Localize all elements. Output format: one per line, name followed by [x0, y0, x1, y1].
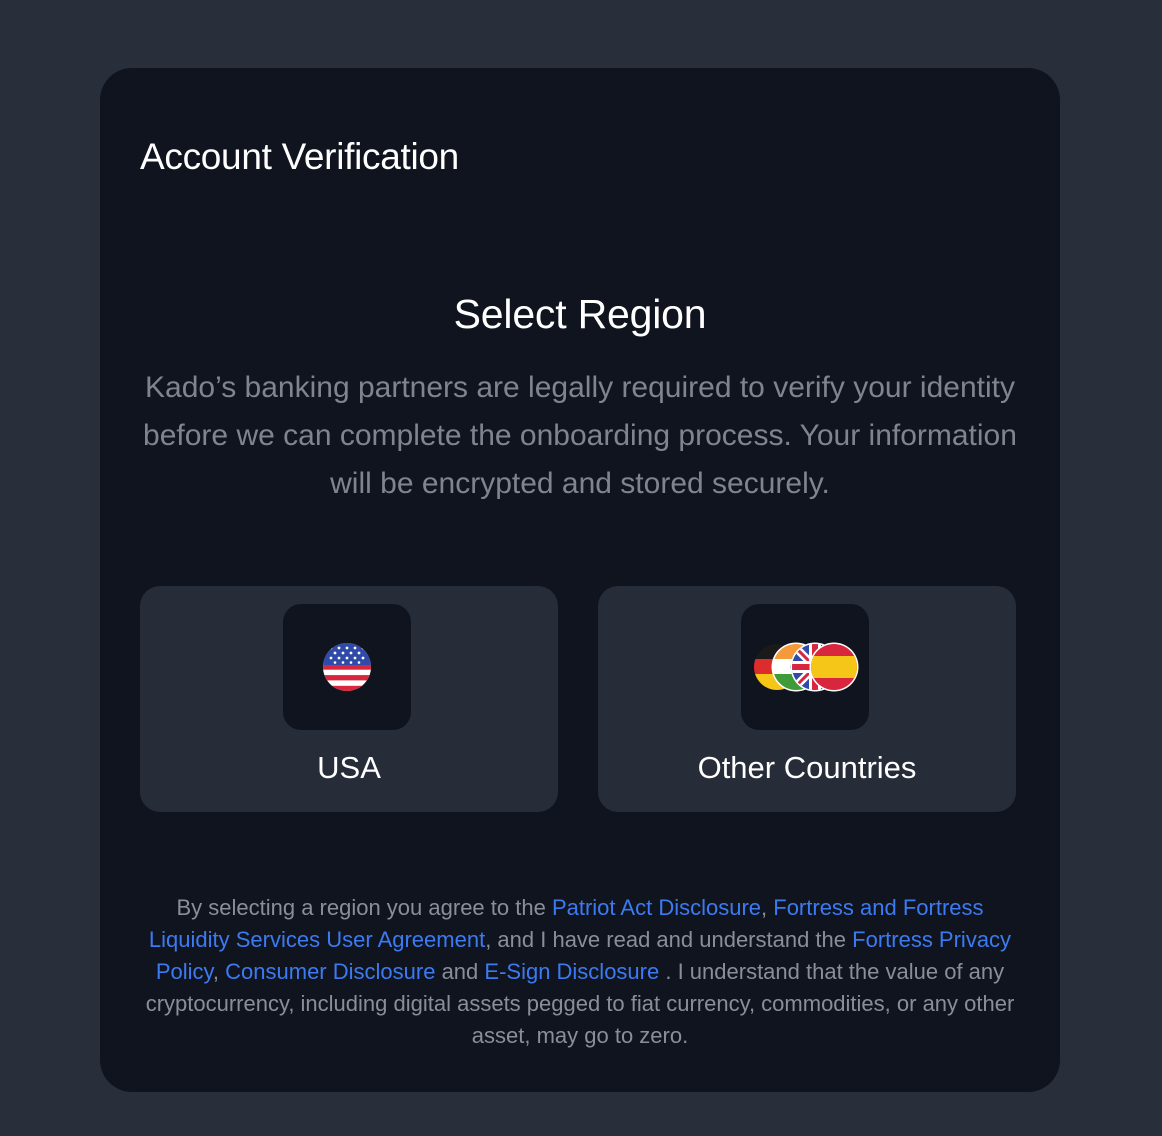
region-label-usa: USA — [317, 750, 381, 785]
e-sign-disclosure-link[interactable]: E-Sign Disclosure — [484, 959, 659, 984]
spain-flag-icon — [811, 644, 857, 690]
disclaimer-text: and — [435, 959, 485, 984]
select-region-title: Select Region — [453, 291, 707, 337]
disclaimer-text: By selecting a region you agree to the — [176, 895, 552, 920]
consumer-disclosure-link[interactable]: Consumer Disclosure — [225, 959, 435, 984]
legal-disclaimer: By selecting a region you agree to the P… — [140, 892, 1020, 1052]
disclaimer-text: , — [761, 895, 774, 920]
us-flag-icon — [283, 604, 411, 730]
page-title: Account Verification — [140, 136, 459, 177]
disclaimer-text: , — [212, 959, 226, 984]
patriot-act-disclosure-link[interactable]: Patriot Act Disclosure — [552, 895, 761, 920]
region-option-other-countries[interactable]: Other Countries — [598, 586, 1016, 812]
disclaimer-text: , and I have read and understand the — [485, 927, 853, 952]
region-label-other-countries: Other Countries — [697, 750, 917, 785]
verification-card: Account Verification Select Region Kado’… — [100, 68, 1060, 1092]
region-option-usa[interactable]: USA — [140, 586, 558, 812]
multi-country-flags-icon — [741, 604, 869, 730]
select-region-description: Kado’s banking partners are legally requ… — [143, 371, 1017, 500]
